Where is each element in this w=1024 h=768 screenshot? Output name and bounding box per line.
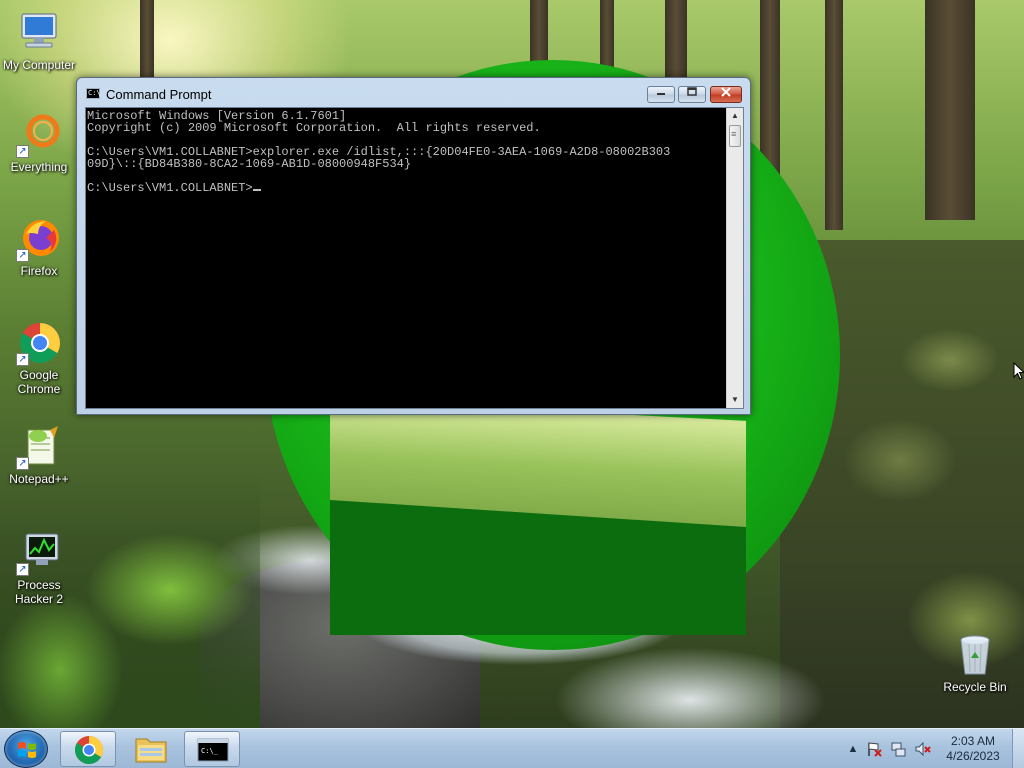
taskbar-chrome-button[interactable] (60, 731, 116, 767)
desktop-icon-label: Google Chrome (17, 368, 61, 396)
chrome-icon (75, 736, 103, 764)
console-output[interactable]: Microsoft Windows [Version 6.1.7601] Copy… (87, 110, 725, 406)
command-prompt-icon: C:\_ (197, 738, 229, 762)
system-clock[interactable]: 2:03 AM 4/26/2023 (938, 734, 1008, 764)
command-prompt-icon[interactable]: C:\ (86, 88, 101, 99)
minimize-icon (657, 93, 665, 95)
console-area[interactable]: Microsoft Windows [Version 6.1.7601] Copy… (85, 107, 744, 409)
clock-time: 2:03 AM (950, 734, 996, 748)
desktop-icon-notepad-plus-plus[interactable]: ↗ Notepad++ (1, 424, 77, 486)
desktop-icon-process-hacker[interactable]: ↗ Process Hacker 2 (1, 530, 77, 606)
start-button[interactable] (4, 730, 48, 768)
vertical-scrollbar[interactable]: ▲ ▼ (726, 108, 743, 408)
everything-search-icon: ↗ (16, 112, 62, 158)
taskbar: C:\_ ▲ 2:03 AM 4/26/2023 (0, 728, 1024, 768)
desktop-icon-everything[interactable]: ↗ Everything (1, 112, 77, 174)
shortcut-arrow-icon: ↗ (16, 457, 29, 470)
scroll-up-arrow-icon[interactable]: ▲ (727, 108, 743, 124)
desktop-icon-firefox[interactable]: ↗ Firefox (1, 216, 77, 278)
windows-logo-icon (18, 742, 36, 758)
maximize-button[interactable] (678, 86, 706, 103)
taskbar-command-prompt-button[interactable]: C:\_ (184, 731, 240, 767)
show-hidden-icons-arrow[interactable]: ▲ (845, 741, 861, 757)
recycle-bin-icon (952, 632, 998, 678)
desktop-icon-label: Process Hacker 2 (14, 578, 64, 606)
minimize-button[interactable] (647, 86, 675, 103)
shortcut-arrow-icon: ↗ (16, 249, 29, 262)
process-hacker-icon: ↗ (16, 530, 62, 576)
text-cursor (252, 189, 261, 191)
command-prompt-text: C:\Users\VM1.COLLABNET> (87, 181, 253, 195)
network-icon[interactable] (891, 741, 907, 757)
clock-date: 4/26/2023 (946, 749, 1000, 763)
desktop-icon-label: Notepad++ (9, 472, 69, 486)
scroll-down-arrow-icon[interactable]: ▼ (727, 392, 743, 408)
maximize-icon (687, 87, 697, 96)
mouse-pointer-icon (1013, 362, 1024, 380)
command-prompt-window[interactable]: C:\ Command Prompt Microsoft Windows [Ve… (76, 77, 751, 415)
desktop-icon-label: My Computer (2, 58, 76, 72)
desktop-icon-label: Recycle Bin (943, 680, 1007, 694)
tree-trunk (925, 0, 975, 220)
desktop-icon-my-computer[interactable]: My Computer (1, 10, 77, 72)
shortcut-arrow-icon: ↗ (16, 563, 29, 576)
desktop-icon-label: Firefox (20, 264, 58, 278)
taskbar-explorer-button[interactable] (123, 731, 179, 767)
windows-explorer-icon (135, 738, 167, 763)
show-desktop-button[interactable] (1012, 729, 1024, 768)
firefox-icon: ↗ (16, 216, 62, 262)
desktop-icon-google-chrome[interactable]: ↗ Google Chrome (1, 320, 77, 396)
desktop-icon-recycle-bin[interactable]: Recycle Bin (937, 632, 1013, 694)
action-center-flag-icon[interactable] (866, 741, 882, 757)
close-button[interactable] (710, 86, 742, 103)
console-line: 09D}\::{BD84B380-8CA2-1069-AB1D-08000948… (87, 157, 412, 171)
svg-text:C:\_: C:\_ (201, 747, 219, 755)
shortcut-arrow-icon: ↗ (16, 353, 29, 366)
computer-icon (16, 10, 62, 56)
shortcut-arrow-icon: ↗ (16, 145, 29, 158)
volume-muted-icon[interactable] (915, 741, 931, 757)
window-title: Command Prompt (106, 87, 212, 102)
scrollbar-thumb[interactable] (729, 125, 741, 147)
console-line: Copyright (c) 2009 Microsoft Corporation… (87, 121, 541, 135)
chrome-icon: ↗ (16, 320, 62, 366)
notepad-plus-plus-icon: ↗ (16, 424, 62, 470)
window-titlebar[interactable]: C:\ Command Prompt (77, 78, 750, 106)
tree-trunk (825, 0, 843, 230)
desktop-icon-label: Everything (10, 160, 68, 174)
prompt-line[interactable]: C:\Users\VM1.COLLABNET> (87, 182, 725, 194)
close-icon (721, 87, 731, 97)
